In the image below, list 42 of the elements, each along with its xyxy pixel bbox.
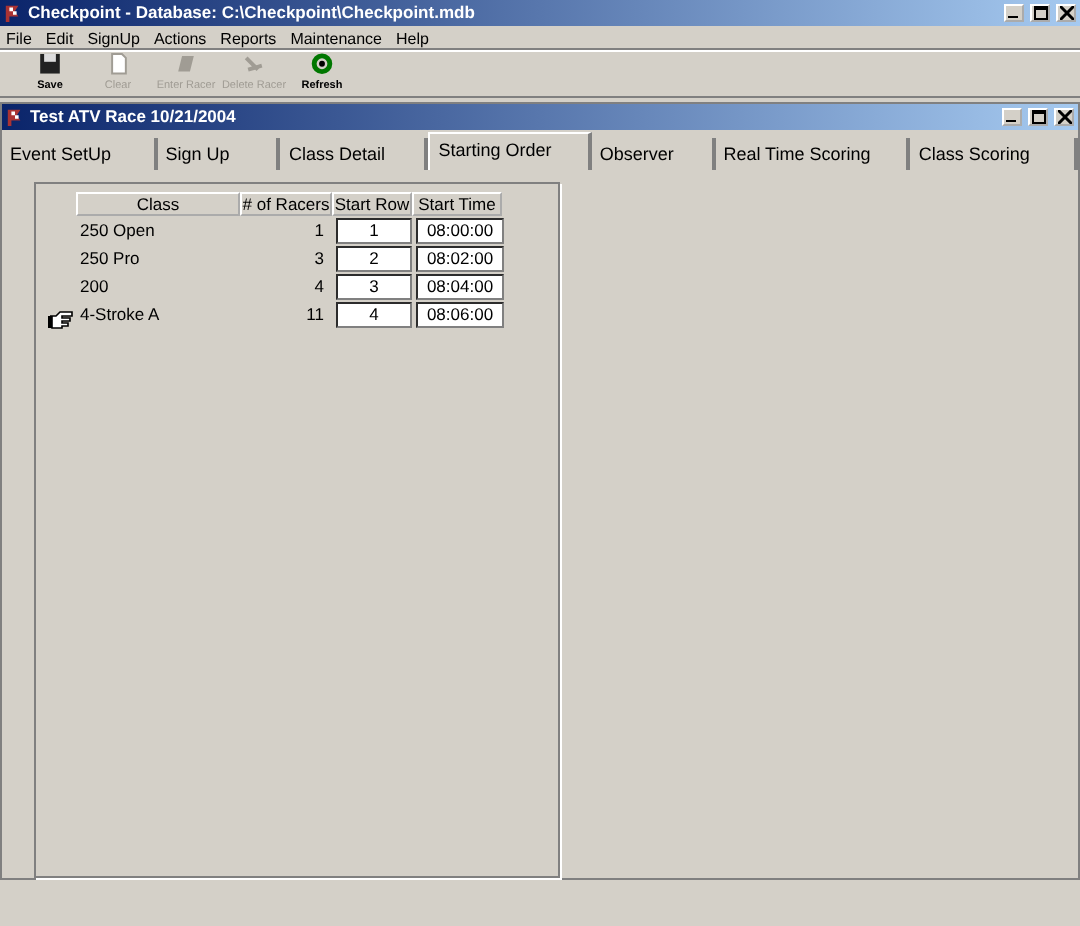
start-time-input[interactable]: 08:04:00 <box>416 274 504 300</box>
page-icon <box>106 52 130 76</box>
menu-item[interactable]: Reports <box>220 28 277 46</box>
table-cell-text: 11 <box>304 302 326 328</box>
menu-item[interactable]: File <box>6 28 32 46</box>
table-cell-text: 4-Stroke A <box>78 302 162 328</box>
minimize-button[interactable] <box>1004 4 1024 22</box>
child-maximize-button[interactable] <box>1028 108 1048 126</box>
table-cell-text: 1 <box>312 218 326 244</box>
menu-item[interactable]: Actions <box>153 28 207 46</box>
child-window-title: Test ATV Race 10/21/2004 <box>30 104 238 130</box>
column-header[interactable]: Class <box>76 192 240 216</box>
maximize-icon <box>1033 6 1047 20</box>
column-header[interactable]: # of Racers <box>240 192 332 216</box>
maximize-icon <box>1031 110 1045 124</box>
start-row-input[interactable]: 1 <box>336 218 412 244</box>
flag-icon <box>4 4 22 22</box>
child-minimize-button[interactable] <box>1002 108 1022 126</box>
column-header[interactable]: Start Time <box>412 192 502 216</box>
start-time-input[interactable]: 08:02:00 <box>416 246 504 272</box>
close-button[interactable] <box>1056 4 1076 22</box>
start-row-input[interactable]: 4 <box>336 302 412 328</box>
menu-item[interactable]: Maintenance <box>290 28 382 46</box>
menu-item[interactable]: SignUp <box>87 28 140 46</box>
window-title: Checkpoint - Database: C:\Checkpoint\Checkpoint.mdb <box>28 0 477 26</box>
menu-item[interactable]: Help <box>396 28 429 46</box>
tab[interactable]: Starting Order <box>428 132 592 170</box>
child-close-button[interactable] <box>1054 108 1074 126</box>
maximize-button[interactable] <box>1030 4 1050 22</box>
table-cell-text: 200 <box>78 274 111 300</box>
table-cell-text: 3 <box>312 246 326 272</box>
start-row-input[interactable]: 2 <box>336 246 412 272</box>
start-time-input[interactable]: 08:06:00 <box>416 302 504 328</box>
flag-icon <box>6 108 24 126</box>
table-cell-text: 4 <box>312 274 326 300</box>
start-row-input[interactable]: 3 <box>336 274 412 300</box>
table-cell-text: 250 Pro <box>78 246 142 272</box>
start-time-input[interactable]: 08:00:00 <box>416 218 504 244</box>
menu-item[interactable]: Edit <box>45 28 74 46</box>
table-cell-text: 250 Open <box>78 218 157 244</box>
column-header[interactable]: Start Row <box>332 192 412 216</box>
refresh-icon <box>310 52 334 76</box>
